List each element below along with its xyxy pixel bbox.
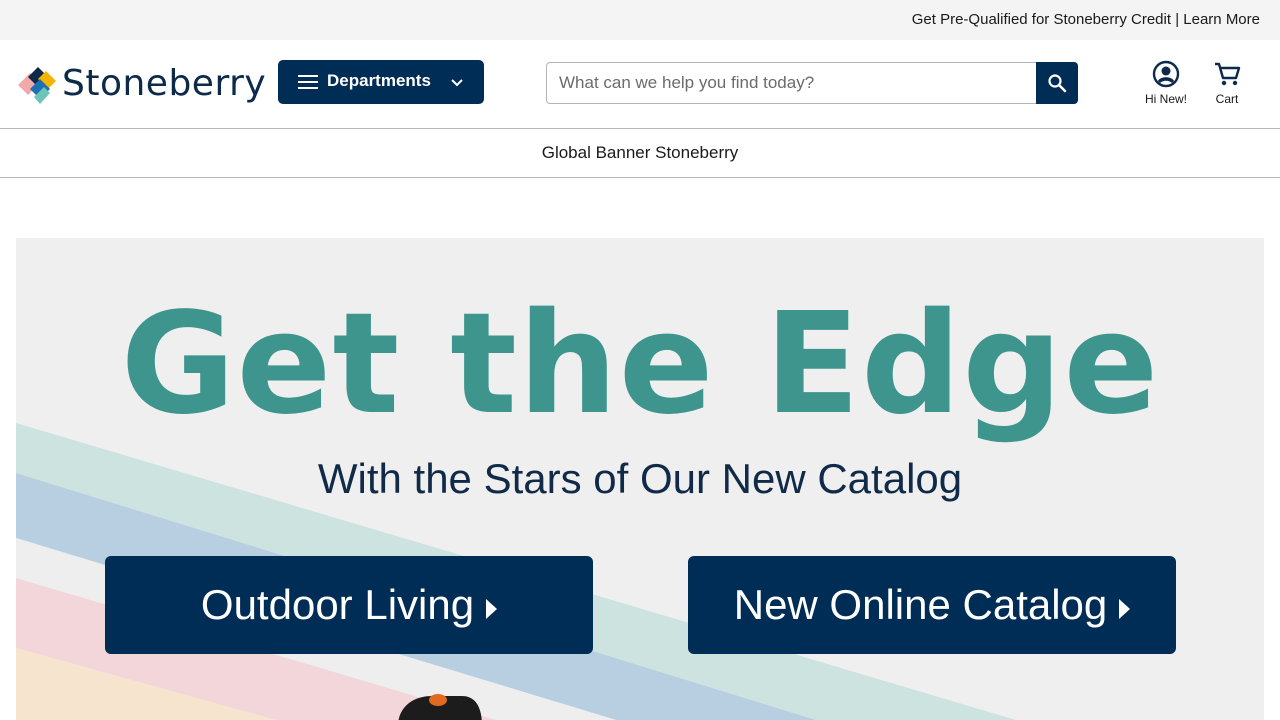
hero-banner[interactable]: Get the Edge With the Stars of Our New C…	[16, 238, 1264, 720]
logo-mark-icon	[18, 67, 56, 104]
stoneberry-logo[interactable]: Stoneberry	[16, 62, 266, 108]
credit-promo: Get Pre-Qualified for Stoneberry Credit …	[912, 11, 1260, 28]
prequalify-link[interactable]: Get Pre-Qualified for Stoneberry Credit	[912, 11, 1171, 28]
play-arrow-icon	[486, 599, 498, 619]
departments-label: Departments	[327, 71, 431, 90]
cart-icon	[1215, 62, 1241, 86]
cart-label: Cart	[1215, 92, 1239, 106]
account-button[interactable]: Hi New!	[1140, 60, 1192, 112]
search-icon	[1048, 74, 1067, 93]
search-input[interactable]	[546, 62, 1037, 104]
search-bar	[546, 62, 1078, 104]
departments-button[interactable]: Departments	[278, 60, 484, 104]
learn-more-link[interactable]: Learn More	[1183, 11, 1260, 28]
online-catalog-label: New Online Catalog	[733, 581, 1108, 628]
cart-button[interactable]: Cart	[1204, 60, 1250, 112]
account-label: Hi New!	[1144, 92, 1187, 106]
product-image	[398, 694, 482, 720]
promo-separator: |	[1175, 11, 1180, 28]
account-circle-icon	[1152, 60, 1180, 88]
online-catalog-button[interactable]: New Online Catalog	[688, 556, 1176, 654]
outdoor-living-label: Outdoor Living	[200, 581, 475, 628]
hero-subtitle: With the Stars of Our New Catalog	[317, 455, 963, 502]
chevron-down-icon	[451, 79, 463, 87]
site-header: Stoneberry Departments Hi New!	[0, 40, 1280, 129]
hamburger-icon	[298, 75, 318, 89]
hero-title: Get the Edge	[120, 283, 1160, 446]
play-arrow-icon	[1119, 599, 1131, 619]
logo-wordmark: Stoneberry	[62, 63, 267, 104]
top-promo-strip: Get Pre-Qualified for Stoneberry Credit …	[0, 0, 1280, 40]
global-banner[interactable]: Global Banner Stoneberry	[0, 129, 1280, 178]
outdoor-living-button[interactable]: Outdoor Living	[105, 556, 593, 654]
search-button[interactable]	[1036, 62, 1078, 104]
